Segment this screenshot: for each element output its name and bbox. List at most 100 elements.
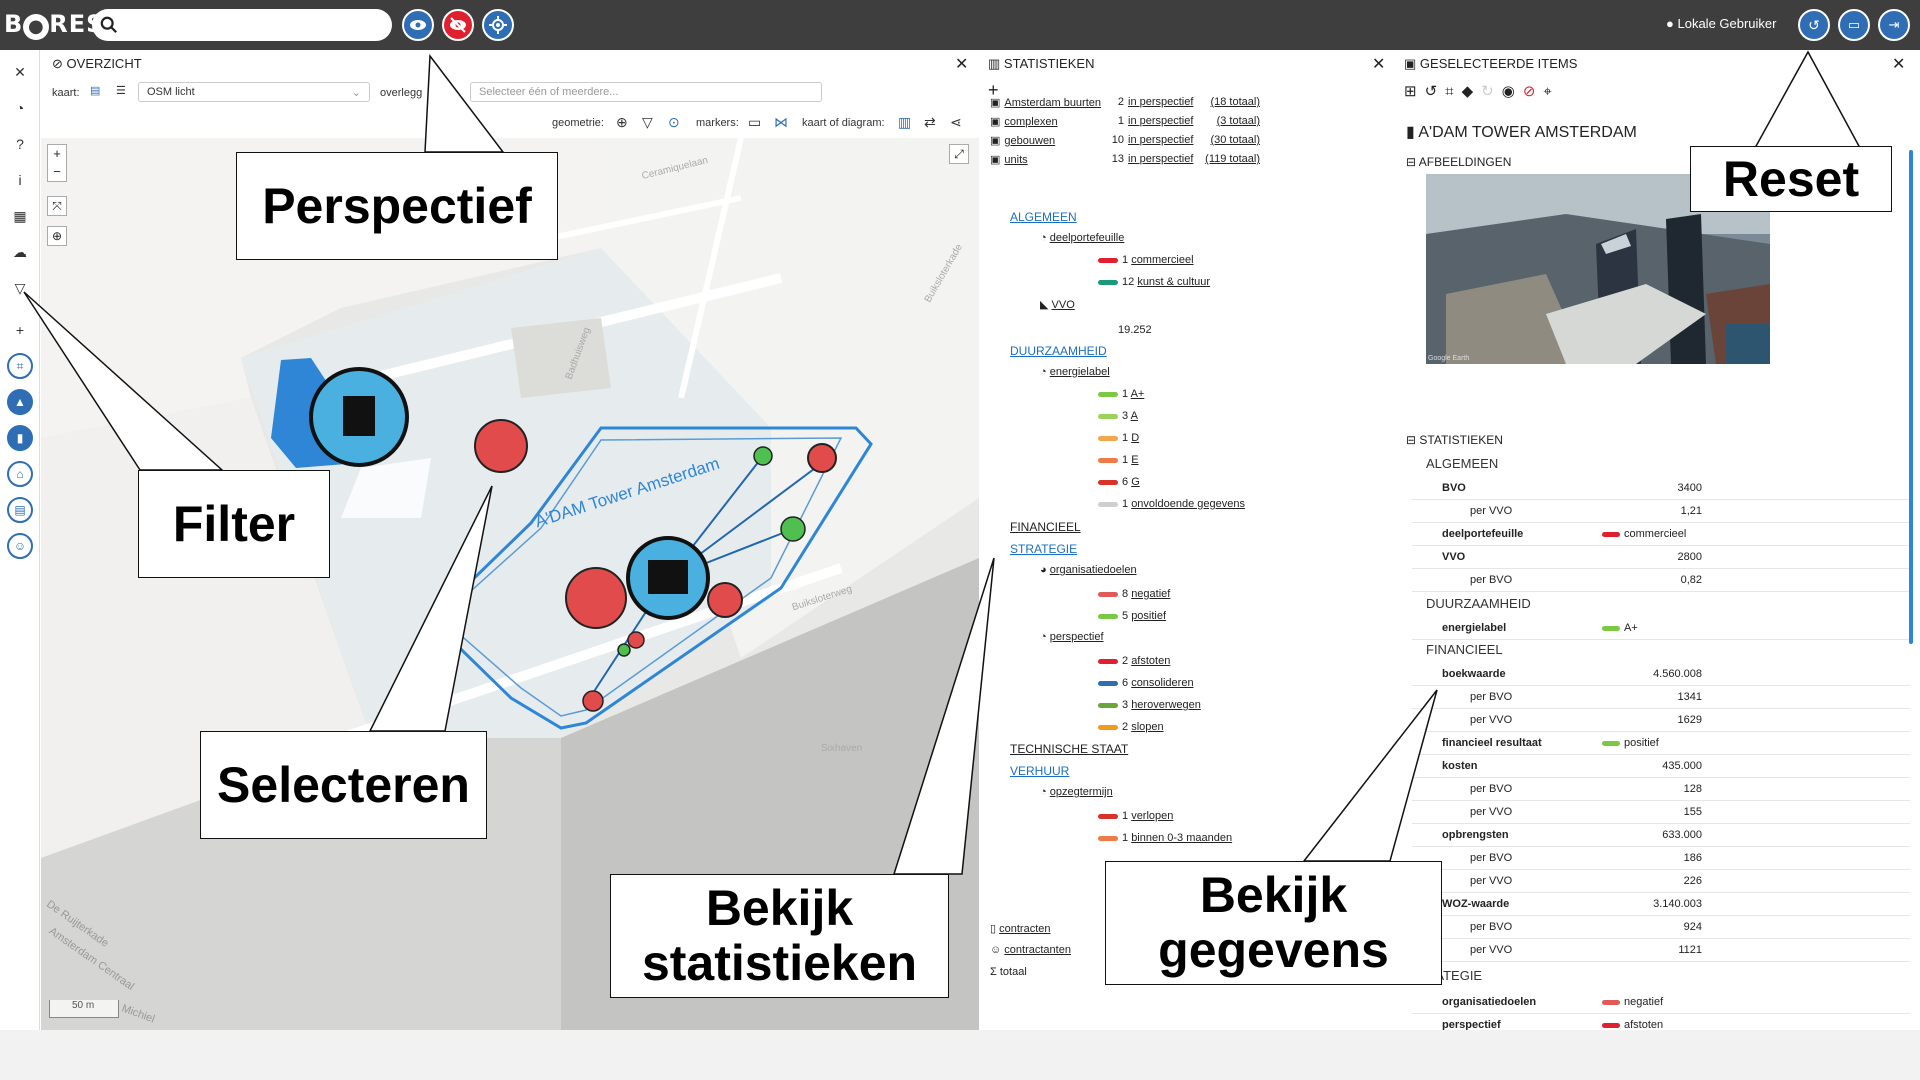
locate-button[interactable] [482,9,514,41]
building-marker[interactable] [582,690,604,712]
overlay-select[interactable]: Selecteer één of meerdere... [470,82,822,102]
filter-icon[interactable]: ▽ [8,276,32,300]
fit-extent-button[interactable]: ⤧ [47,196,67,216]
legend-item[interactable]: 1 commercieel [1098,254,1194,266]
globe-icon[interactable]: ⊕ [616,114,628,131]
legend-item[interactable]: 1 A+ [1098,388,1144,400]
building-marker[interactable] [474,419,528,473]
close-overview-button[interactable]: ✕ [955,54,968,74]
crosshair-icon[interactable]: ⌖ [1543,83,1559,100]
building-marker[interactable] [617,643,631,657]
eye-slash-icon[interactable]: ⊘ [1523,83,1544,100]
close-statistics-button[interactable]: ✕ [1372,54,1385,74]
legend-label[interactable]: G [1131,476,1140,488]
count-perspectief-link[interactable]: in perspectief [1128,153,1193,165]
count-total-link[interactable]: (30 totaal) [1186,134,1260,146]
footer-contractanten[interactable]: ☺ contractanten [990,944,1071,956]
footer-contracten[interactable]: ▯ contracten [990,922,1051,935]
count-total-link[interactable]: (18 totaal) [1186,96,1260,108]
map-icon[interactable]: ▥ [898,114,911,131]
section-algemeen[interactable]: ALGEMEEN [1010,210,1077,224]
legend-item[interactable]: 1 binnen 0-3 maanden [1098,832,1232,844]
legend-label[interactable]: binnen 0-3 maanden [1131,832,1232,844]
redo-icon[interactable]: ↻ [1481,83,1502,100]
building-marker[interactable] [780,516,806,542]
legend-item[interactable]: 1 verlopen [1098,810,1173,822]
list-icon[interactable]: ☰ [116,84,126,97]
eraser-icon[interactable]: ◆ [1462,83,1482,100]
legend-item[interactable]: 2 afstoten [1098,655,1170,667]
count-label[interactable]: Amsterdam buurten [1004,97,1101,109]
stats-section-header[interactable]: ⊟ STATISTIEKEN [1406,433,1503,447]
network-icon[interactable]: ⋈ [774,114,788,131]
undo-icon[interactable]: ↺ [1425,83,1446,100]
zoom-out-button[interactable]: − [48,163,66,181]
legend-label[interactable]: negatief [1131,588,1170,600]
complex-icon[interactable]: ▲ [7,389,33,415]
contract-icon[interactable]: ▤ [7,497,33,523]
map-select[interactable]: OSM licht ⌄ [138,82,370,102]
search-input[interactable] [92,9,392,41]
eye-icon[interactable]: ◉ [1502,83,1523,100]
legend-item[interactable]: 6 consolideren [1098,677,1194,689]
count-total-link[interactable]: (119 totaal) [1186,153,1260,165]
legend-label[interactable]: A+ [1131,388,1145,400]
reset-button[interactable]: ↺ [1798,9,1830,41]
crop-icon[interactable]: ⌗ [1445,83,1461,100]
count-label[interactable]: units [1004,154,1027,166]
section-financieel[interactable]: FINANCIEEL [1010,520,1081,534]
section-technische-staat[interactable]: TECHNISCHE STAAT [1010,742,1128,756]
legend-label[interactable]: slopen [1131,721,1163,733]
dashboard-icon[interactable]: ◔ [8,96,32,120]
download-icon[interactable]: ☁ [8,240,32,264]
legend-label[interactable]: afstoten [1131,655,1170,667]
section-duurzaamheid[interactable]: DUURZAAMHEID [1010,344,1107,358]
legend-item[interactable]: 3 heroverwegen [1098,699,1201,711]
hide-perspective-button[interactable] [442,9,474,41]
section-strategie[interactable]: STRATEGIE [1010,542,1077,556]
legend-item[interactable]: 6 G [1098,476,1140,488]
neighbourhood-icon[interactable]: ⌗ [7,353,33,379]
legend-item[interactable]: 1 onvoldoende gegevens [1098,498,1245,510]
logout-button[interactable]: ⇥ [1878,9,1910,41]
images-section-header[interactable]: ⊟ AFBEELDINGEN [1406,155,1511,169]
count-perspectief-link[interactable]: in perspectief [1128,115,1193,127]
count-label[interactable]: gebouwen [1004,135,1055,147]
zoom-search-button[interactable]: ⊕ [47,226,67,246]
help-icon[interactable]: ? [8,132,32,156]
open-folder-button[interactable]: ▭ [1838,9,1870,41]
add-icon[interactable]: + [8,318,32,342]
legend-label[interactable]: heroverwegen [1131,699,1201,711]
scrollbar[interactable] [1909,150,1913,644]
swap-icon[interactable]: ⇄ [924,114,936,131]
building-icon[interactable]: ▮ [7,425,33,451]
zoom-in-button[interactable]: + [48,145,66,163]
building-marker[interactable] [627,631,645,649]
marker-pin-icon[interactable]: ⊙ [668,114,680,131]
legend-label[interactable]: kunst & cultuur [1137,276,1210,288]
tools-icon[interactable]: ✕ [8,60,32,84]
building-marker[interactable] [753,446,773,466]
count-perspectief-link[interactable]: in perspectief [1128,134,1193,146]
info-icon[interactable]: i [8,168,32,192]
legend-label[interactable]: verlopen [1131,810,1173,822]
legend-item[interactable]: 5 positief [1098,610,1166,622]
building-marker[interactable] [707,582,743,618]
count-perspectief-link[interactable]: in perspectief [1128,96,1193,108]
legend-label[interactable]: positief [1131,610,1166,622]
building-marker[interactable] [807,443,837,473]
legend-label[interactable]: commercieel [1131,254,1193,266]
close-selected-button[interactable]: ✕ [1892,54,1905,74]
filter-geometry-icon[interactable]: ▽ [642,114,653,131]
building-marker[interactable] [565,567,627,629]
legend-item[interactable]: 2 slopen [1098,721,1164,733]
unit-icon[interactable]: ⌂ [7,461,33,487]
legend-item[interactable]: 12 kunst & cultuur [1098,276,1210,288]
legend-label[interactable]: E [1131,454,1138,466]
comment-icon[interactable]: ▭ [748,114,761,131]
table-icon[interactable]: ▦ [8,204,32,228]
legend-label[interactable]: D [1131,432,1139,444]
legend-label[interactable]: A [1131,410,1138,422]
legend-label[interactable]: onvoldoende gegevens [1131,498,1245,510]
section-verhuur[interactable]: VERHUUR [1010,764,1069,778]
